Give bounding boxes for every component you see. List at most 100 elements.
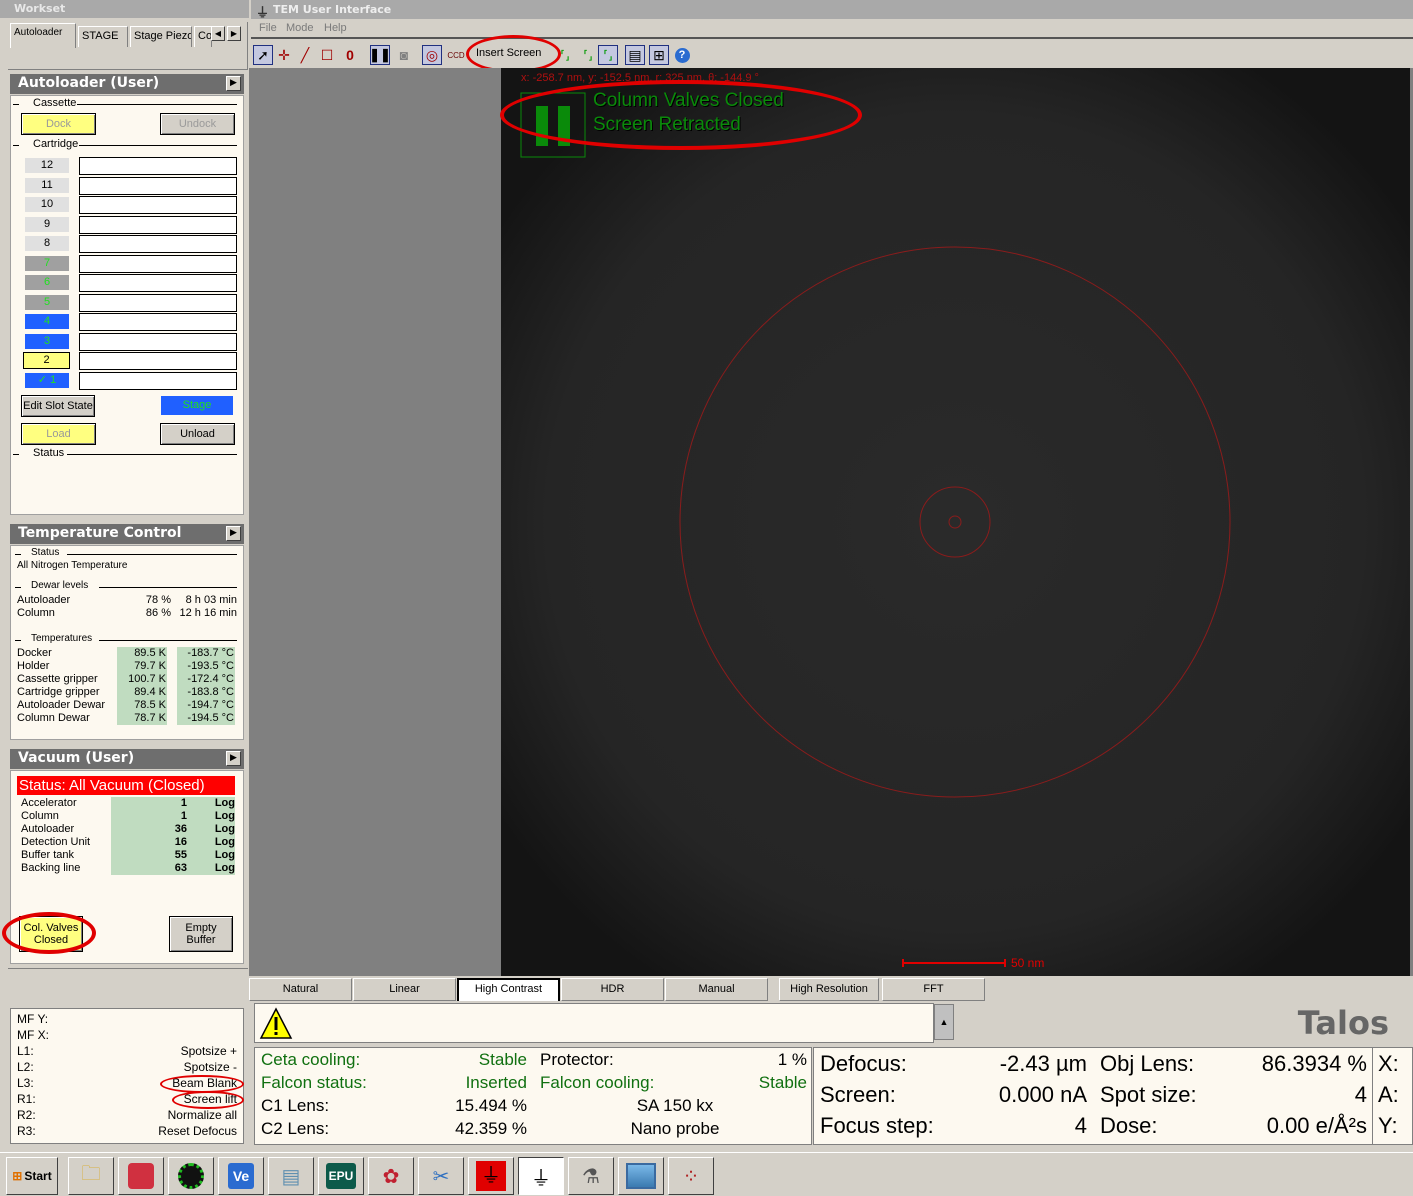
contrast-tab-natural[interactable]: Natural	[249, 978, 352, 1001]
falcon-status-label: Falcon status:	[261, 1073, 367, 1092]
tem-red-app-icon[interactable]: ⏚	[468, 1157, 514, 1195]
start-button[interactable]: ⊞ Start	[6, 1157, 58, 1195]
molecule-app-icon[interactable]: ✿	[368, 1157, 414, 1195]
cartridge-slot-11[interactable]: 11	[25, 177, 69, 193]
diffraction-app-icon[interactable]: ⁘	[668, 1157, 714, 1195]
contrast-tab-manual[interactable]: Manual	[665, 978, 768, 1001]
ccd-icon[interactable]: CCD	[446, 45, 466, 65]
vacuum-gauge-unit[interactable]: Log	[209, 849, 235, 861]
green-dot-app-icon[interactable]	[168, 1157, 214, 1195]
stage-y-label: Y:	[1378, 1113, 1398, 1138]
cartridge-slot-2[interactable]: 2	[23, 352, 70, 369]
tab-stage[interactable]: STAGE	[78, 26, 128, 47]
unload-button[interactable]: Unload	[160, 423, 235, 445]
window-app-icon[interactable]: ▤	[268, 1157, 314, 1195]
contrast-tab-linear[interactable]: Linear	[353, 978, 456, 1001]
tab-stage-piezo[interactable]: Stage Piezo	[130, 26, 192, 47]
cartridge-slot-6[interactable]: 6	[25, 275, 69, 290]
message-scroll-up[interactable]: ▲	[934, 1004, 954, 1040]
cartridge-slot-name-field[interactable]	[79, 274, 237, 292]
cartridge-slot-3[interactable]: 3	[25, 333, 69, 349]
ellipse-tool-icon[interactable]: 0	[340, 45, 360, 65]
col-valves-line2: Closed	[33, 934, 69, 946]
cartridge-slot-name-field[interactable]	[79, 215, 237, 234]
line-tool-icon[interactable]: ╱	[295, 45, 315, 65]
image-viewer[interactable]: x: -258.7 nm, y: -152.5 nm, r: 325 nm, θ…	[501, 68, 1410, 976]
cartridge-slot-name-field[interactable]	[79, 235, 237, 253]
copy-pages-icon[interactable]: ▤	[625, 45, 645, 65]
file-explorer-icon[interactable]: 🗀	[68, 1157, 114, 1195]
edit-slot-state-button[interactable]: Edit Slot State	[21, 395, 95, 417]
vacuum-gauge-unit[interactable]: Log	[209, 810, 235, 822]
contrast-tab-fft[interactable]: FFT	[882, 978, 985, 1001]
vacuum-gauge-unit[interactable]: Log	[209, 797, 235, 809]
contrast-tab-hdr[interactable]: HDR	[561, 978, 664, 1001]
menu-help[interactable]: Help	[324, 22, 347, 34]
tem-ui-app-icon[interactable]: ⏚	[518, 1157, 564, 1195]
cartridge-slot-4[interactable]: 4	[25, 314, 69, 329]
cartridge-slot-name-field[interactable]	[79, 332, 237, 351]
cartridge-slot-name-field[interactable]	[79, 371, 237, 390]
toolbar: ➚ ✛ ╱ ☐ 0 ❚❚ ◙ ◎ CCD Insert Screen ⸢⸥ ⸢⸥…	[251, 41, 1413, 68]
tab-co[interactable]: Co	[194, 26, 212, 47]
expand-arrow-icon[interactable]: ▶	[226, 526, 241, 541]
falcon-cooling-value: Stable	[758, 1073, 807, 1092]
menu-mode[interactable]: Mode	[286, 22, 314, 34]
cartridge-slot-name-field[interactable]	[79, 157, 237, 175]
undock-button[interactable]: Undock	[160, 113, 235, 135]
cartridge-slot-name-field[interactable]	[79, 352, 237, 370]
target-icon[interactable]: ◎	[422, 45, 442, 65]
divider	[1372, 1048, 1373, 1144]
camera-icon[interactable]: ◙	[394, 45, 414, 65]
layout-icon[interactable]: ⊞	[649, 45, 669, 65]
divider	[13, 104, 19, 105]
load-button[interactable]: Load	[21, 423, 96, 445]
insert-screen-button[interactable]: Insert Screen	[476, 47, 541, 59]
menu-file[interactable]: File	[259, 22, 277, 34]
vacuum-gauge-unit[interactable]: Log	[209, 836, 235, 848]
cartridge-slot-8[interactable]: 8	[25, 236, 69, 251]
selection-export-icon[interactable]: ⸢⸥	[555, 45, 575, 65]
cartridge-slot-5[interactable]: 5	[25, 294, 69, 310]
help-icon[interactable]: ?	[672, 45, 692, 65]
contrast-tab-high-resolution[interactable]: High Resolution	[779, 978, 879, 1001]
expand-arrow-icon[interactable]: ▶	[226, 76, 241, 91]
crosshair-tool-icon[interactable]: ✛	[274, 45, 294, 65]
pointer-tool-icon[interactable]: ➚	[253, 45, 273, 65]
empty-buffer-button[interactable]: Empty Buffer	[169, 916, 233, 952]
full-frame-icon[interactable]: ⸢⸥	[598, 45, 618, 65]
ve-app-icon[interactable]: Ve	[218, 1157, 264, 1195]
cartridge-slot-name-field[interactable]	[79, 196, 237, 214]
expand-arrow-icon[interactable]: ▶	[226, 751, 241, 766]
temperature-name: Cartridge gripper	[17, 686, 100, 698]
pause-icon[interactable]: ❚❚	[369, 45, 391, 65]
cartridge-slot-10[interactable]: 10	[25, 197, 69, 212]
contrast-tab-high-contrast[interactable]: High Contrast	[457, 978, 560, 1001]
epu-app-icon[interactable]: EPU	[318, 1157, 364, 1195]
tab-scroll-right-icon[interactable]: ▶	[227, 26, 241, 41]
cartridge-slot-name-field[interactable]	[79, 176, 237, 195]
cartridge-slot-9[interactable]: 9	[25, 216, 69, 232]
tab-autoloader[interactable]: Autoloader	[10, 23, 76, 48]
cartridge-slot-name-field[interactable]	[79, 293, 237, 312]
cartridge-slot-1[interactable]: ✓ 1	[25, 372, 69, 388]
cartridge-slot-name-field[interactable]	[79, 313, 237, 331]
dewar-name: Autoloader	[17, 594, 71, 606]
dewar-row: Autoloader 78 % 8 h 03 min	[17, 594, 237, 607]
col-valves-button[interactable]: Col. Valves Closed	[19, 916, 83, 952]
red-cube-app-icon[interactable]	[118, 1157, 164, 1195]
cartridge-slot-7[interactable]: 7	[25, 255, 69, 271]
rectangle-tool-icon[interactable]: ☐	[317, 45, 337, 65]
vacuum-gauge-unit[interactable]: Log	[209, 823, 235, 835]
protector-value: 1 %	[777, 1050, 807, 1069]
image-viewer-icon[interactable]	[618, 1157, 664, 1195]
cartridge-slot-name-field[interactable]	[79, 254, 237, 273]
temp-status-label: Status	[31, 547, 60, 558]
microscope-app-icon[interactable]: ⚗	[568, 1157, 614, 1195]
snipping-tool-icon[interactable]: ✂	[418, 1157, 464, 1195]
dock-button[interactable]: Dock	[21, 113, 96, 135]
cartridge-slot-12[interactable]: 12	[25, 158, 69, 173]
selection-import-icon[interactable]: ⸢⸥	[578, 45, 598, 65]
tab-scroll-left-icon[interactable]: ◀	[211, 26, 225, 41]
vacuum-gauge-unit[interactable]: Log	[209, 862, 235, 874]
